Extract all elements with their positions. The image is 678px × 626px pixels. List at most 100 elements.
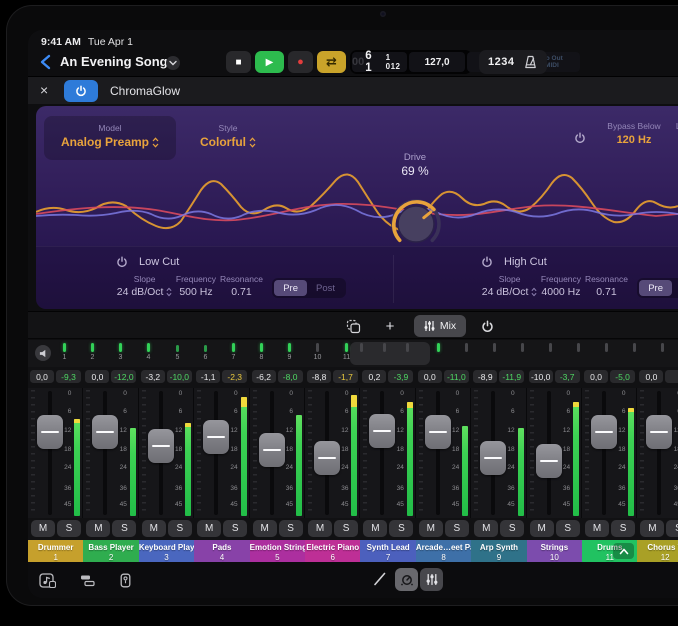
stop-button[interactable]: ■ xyxy=(226,51,251,73)
track-label[interactable]: Strings10 xyxy=(527,540,582,562)
copy-settings-button[interactable] xyxy=(338,315,368,337)
bypass-power-icon[interactable] xyxy=(574,132,586,144)
solo-button[interactable]: S xyxy=(445,520,469,537)
overview-tick[interactable] xyxy=(232,343,235,352)
overview-tick[interactable] xyxy=(549,343,552,352)
overview-tick[interactable] xyxy=(91,343,94,352)
mute-button[interactable]: M xyxy=(308,520,332,537)
io-connector-button[interactable] xyxy=(114,570,136,590)
lcd-display[interactable]: 00 6 1 1 012 127,0 4/4 C maj No Out MIDI xyxy=(350,50,472,74)
volume-value-chip[interactable]: 0,0 xyxy=(85,370,109,383)
peak-value-chip[interactable]: -5,0 xyxy=(610,370,635,383)
overview-tick[interactable] xyxy=(147,343,150,352)
collapse-stack-button[interactable] xyxy=(613,543,634,559)
pencil-tool-icon[interactable] xyxy=(372,571,388,587)
overview-tick[interactable] xyxy=(119,343,122,352)
overview-tick[interactable] xyxy=(633,343,636,352)
low-cut-frequency[interactable]: Frequency 500 Hz xyxy=(173,274,218,298)
low-cut-power-icon[interactable] xyxy=(116,256,128,268)
track-label[interactable]: Synth Lead7 xyxy=(360,540,415,562)
mute-button[interactable]: M xyxy=(530,520,554,537)
track-label[interactable]: Emotion Strings5 xyxy=(250,540,305,562)
overview-tick[interactable] xyxy=(360,343,363,352)
plugin-power-button[interactable] xyxy=(64,80,98,102)
song-menu-button[interactable] xyxy=(166,56,180,70)
volume-value-chip[interactable]: -3,2 xyxy=(141,370,165,383)
overview-tick[interactable] xyxy=(406,343,409,352)
track-label[interactable]: Arp Synth9 xyxy=(471,540,526,562)
volume-value-chip[interactable]: 0,0 xyxy=(639,370,663,383)
solo-button[interactable]: S xyxy=(57,520,81,537)
solo-button[interactable]: S xyxy=(556,520,580,537)
track-label[interactable]: Arcade…eet Pad8 xyxy=(416,540,471,562)
add-track-button[interactable]: + xyxy=(375,315,405,337)
overview-tick[interactable] xyxy=(577,343,580,352)
drive-knob[interactable] xyxy=(388,196,444,252)
track-label[interactable]: Drummer1 xyxy=(28,540,83,562)
count-in-button[interactable]: 1234 xyxy=(488,56,514,68)
mixer-view-button[interactable] xyxy=(420,568,443,591)
fader-cap[interactable] xyxy=(37,415,63,449)
overview-tick[interactable] xyxy=(63,343,66,352)
track-label[interactable]: Keyboard Player3 xyxy=(139,540,194,562)
fader-cap[interactable] xyxy=(92,415,118,449)
solo-button[interactable]: S xyxy=(279,520,303,537)
volume-value-chip[interactable]: 0,0 xyxy=(584,370,608,383)
controls-view-button[interactable] xyxy=(395,568,418,591)
overview-tick[interactable] xyxy=(605,343,608,352)
mute-button[interactable]: M xyxy=(253,520,277,537)
song-title[interactable]: An Evening Song xyxy=(60,54,168,69)
low-cut-slope[interactable]: Slope 24 dB/Oct xyxy=(116,274,173,298)
peak-value-chip[interactable]: -8,0 xyxy=(278,370,303,383)
track-label[interactable]: Electric Piano6 xyxy=(305,540,360,562)
solo-button[interactable]: S xyxy=(666,520,678,537)
overview-tick[interactable] xyxy=(437,343,440,352)
volume-value-chip[interactable]: -8,9 xyxy=(473,370,497,383)
peak-value-chip[interactable]: -11,0 xyxy=(444,370,469,383)
track-label[interactable]: Bass Player2 xyxy=(83,540,138,562)
fader-cap[interactable] xyxy=(259,433,285,467)
cycle-button[interactable]: ⇄ xyxy=(317,51,346,73)
peak-value-chip[interactable]: -9,3 xyxy=(56,370,81,383)
overview-tick[interactable] xyxy=(288,343,291,352)
fader-cap[interactable] xyxy=(536,444,562,478)
mute-button[interactable]: M xyxy=(640,520,664,537)
high-cut-resonance[interactable]: Resonance 0.71 xyxy=(584,274,629,298)
mix-view-button[interactable]: Mix xyxy=(414,315,466,337)
volume-value-chip[interactable]: -10,0 xyxy=(529,370,553,383)
pre-button[interactable]: Pre xyxy=(274,280,307,296)
peak-value-chip[interactable]: -3,9 xyxy=(388,370,413,383)
peak-value-chip[interactable]: -11,9 xyxy=(499,370,524,383)
volume-value-chip[interactable]: 0,2 xyxy=(362,370,386,383)
fader-cap[interactable] xyxy=(314,441,340,475)
fader-cap[interactable] xyxy=(425,415,451,449)
peak-value-chip[interactable]: -3,7 xyxy=(555,370,580,383)
track-label[interactable]: Pads4 xyxy=(194,540,249,562)
mute-button[interactable]: M xyxy=(419,520,443,537)
overview-tick[interactable] xyxy=(521,343,524,352)
record-button[interactable]: ● xyxy=(288,51,313,73)
overview-tick[interactable] xyxy=(345,343,348,352)
solo-button[interactable]: S xyxy=(611,520,635,537)
mute-button[interactable]: M xyxy=(31,520,55,537)
mute-button[interactable]: M xyxy=(86,520,110,537)
overview-tick[interactable] xyxy=(260,343,263,352)
mute-button[interactable]: M xyxy=(585,520,609,537)
mixer-power-button[interactable] xyxy=(472,315,502,337)
overview-tick[interactable] xyxy=(316,343,319,352)
track-label[interactable]: Drums11 xyxy=(582,540,637,562)
overview-tick[interactable] xyxy=(661,343,664,352)
volume-value-chip[interactable]: -6,2 xyxy=(252,370,276,383)
overview-tick[interactable] xyxy=(465,343,468,352)
mute-button[interactable]: M xyxy=(197,520,221,537)
fader-cap[interactable] xyxy=(646,415,672,449)
style-selector[interactable]: Style Colorful xyxy=(186,116,270,149)
post-button[interactable]: Post xyxy=(307,280,344,296)
volume-value-chip[interactable]: 0,0 xyxy=(30,370,54,383)
mute-button[interactable]: M xyxy=(363,520,387,537)
monitor-icon[interactable] xyxy=(35,345,51,361)
peak-value-chip[interactable]: -10,0 xyxy=(167,370,192,383)
mute-button[interactable]: M xyxy=(142,520,166,537)
mute-button[interactable]: M xyxy=(474,520,498,537)
fader-cap[interactable] xyxy=(148,429,174,463)
